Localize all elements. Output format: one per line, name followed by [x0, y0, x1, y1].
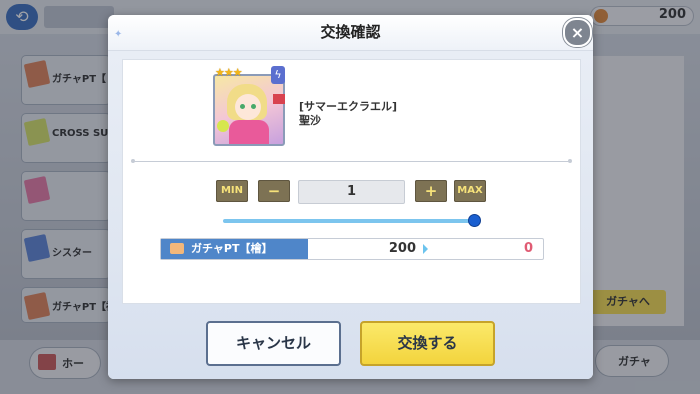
currency-have: 200	[388, 241, 416, 256]
plus-button[interactable]: +	[415, 180, 447, 202]
divider-dot	[568, 159, 572, 163]
dialog-body: ★★★ ϟ [サマーエクラエル] 聖沙 MIN − 1 + MAX ガチャPT【…	[108, 51, 593, 379]
character-card-image	[213, 74, 285, 146]
close-icon: ×	[570, 23, 585, 42]
max-button[interactable]: MAX	[454, 180, 486, 202]
exchange-confirm-dialog: ✦ 交換確認 × ★★★ ϟ [サマーエクラエル] 聖沙 MIN − 1 + M…	[108, 15, 593, 379]
lightning-bolt-icon: ϟ	[271, 66, 285, 84]
item-name: 聖沙	[299, 114, 321, 127]
quantity-field[interactable]: 1	[298, 180, 405, 204]
confirm-exchange-button[interactable]: 交換する	[360, 321, 495, 366]
cancel-button[interactable]: キャンセル	[206, 321, 341, 366]
currency-label: ガチャPT【檜】	[191, 242, 273, 255]
exchange-summary-row: ガチャPT【檜】 200 0	[160, 238, 544, 260]
ticket-icon	[170, 243, 184, 254]
divider-dot	[131, 159, 135, 163]
dialog-title: 交換確認	[320, 23, 381, 41]
close-button[interactable]: ×	[563, 18, 592, 47]
divider	[133, 161, 570, 162]
exchange-panel: ★★★ ϟ [サマーエクラエル] 聖沙 MIN − 1 + MAX ガチャPT【…	[122, 59, 581, 304]
quantity-slider[interactable]	[223, 219, 475, 223]
dialog-header: ✦ 交換確認 ×	[108, 15, 593, 51]
rarity-stars: ★★★	[215, 66, 243, 79]
slider-handle[interactable]	[469, 215, 480, 226]
min-button[interactable]: MIN	[216, 180, 248, 202]
ribbon-icon	[273, 94, 285, 104]
minus-button[interactable]: −	[258, 180, 290, 202]
arrow-right-icon	[423, 244, 428, 254]
currency-after: 0	[523, 241, 533, 256]
currency-label-box: ガチャPT【檜】	[161, 239, 308, 259]
